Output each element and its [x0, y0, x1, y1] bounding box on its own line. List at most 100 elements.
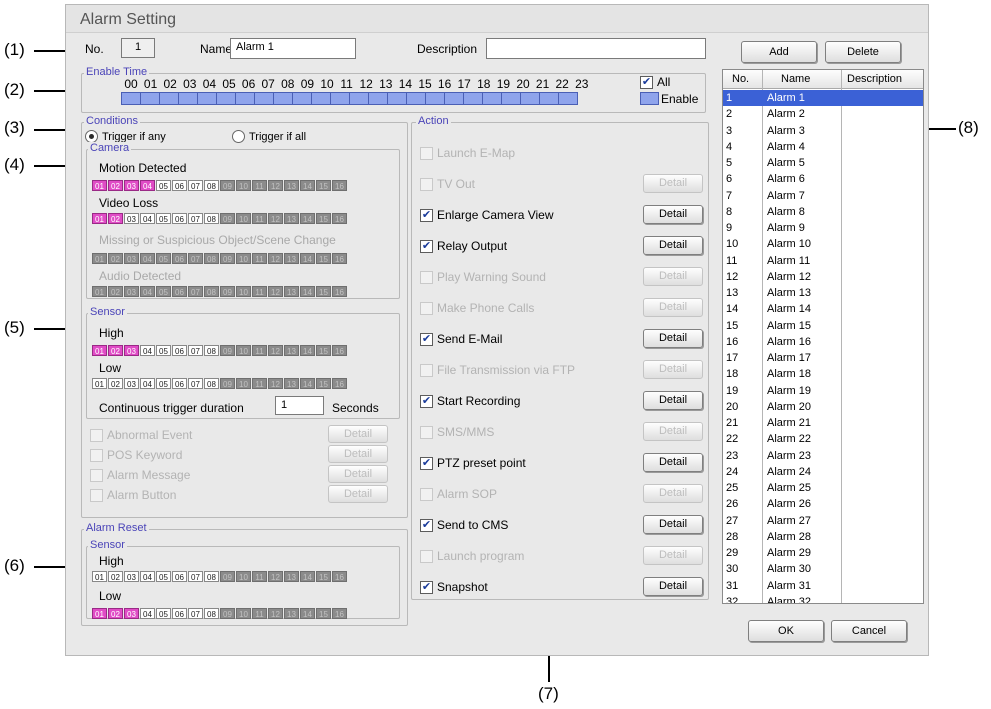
hour-cell[interactable] [558, 92, 578, 105]
hour-cell[interactable] [216, 92, 236, 105]
table-row[interactable]: 25 Alarm 25 [723, 480, 923, 496]
channel-cell[interactable]: 13 [284, 608, 299, 619]
channel-cell[interactable]: 12 [268, 286, 283, 297]
hour-cells[interactable] [121, 92, 578, 105]
channel-cell[interactable]: 02 [108, 345, 123, 356]
hour-cell[interactable] [235, 92, 255, 105]
channel-cell[interactable]: 11 [252, 180, 267, 191]
detail-button[interactable]: Detail [643, 329, 703, 348]
hour-cell[interactable] [292, 92, 312, 105]
hour-cell[interactable] [349, 92, 369, 105]
channel-cell[interactable]: 16 [332, 213, 347, 224]
channel-cell[interactable]: 10 [236, 378, 251, 389]
channel-cell[interactable]: 04 [140, 253, 155, 264]
channel-cell[interactable]: 16 [332, 253, 347, 264]
channel-cell[interactable]: 11 [252, 608, 267, 619]
ok-button[interactable]: OK [748, 620, 824, 642]
delete-button[interactable]: Delete [825, 41, 901, 63]
channel-cell[interactable]: 09 [220, 345, 235, 356]
channel-cell[interactable]: 12 [268, 253, 283, 264]
trigger-if-all-radio[interactable]: Trigger if all [232, 130, 306, 143]
channel-cell[interactable]: 11 [252, 345, 267, 356]
duration-input[interactable]: 1 [275, 396, 324, 415]
hour-cell[interactable] [520, 92, 540, 105]
channel-cell[interactable]: 13 [284, 378, 299, 389]
detail-button[interactable]: Detail [643, 391, 703, 410]
channel-cell[interactable]: 12 [268, 378, 283, 389]
channel-cell[interactable]: 16 [332, 378, 347, 389]
channel-cell[interactable]: 03 [124, 345, 139, 356]
table-row[interactable]: 2 Alarm 2 [723, 106, 923, 122]
channel-cell[interactable]: 12 [268, 213, 283, 224]
channel-cell[interactable]: 04 [140, 180, 155, 191]
action-checkbox[interactable]: ✔ PTZ preset point [420, 456, 526, 470]
channel-cell[interactable]: 09 [220, 286, 235, 297]
channel-cell[interactable]: 14 [300, 286, 315, 297]
hour-cell[interactable] [539, 92, 559, 105]
channel-cell[interactable]: 02 [108, 378, 123, 389]
channel-cell[interactable]: 14 [300, 378, 315, 389]
hour-cell[interactable] [254, 92, 274, 105]
channel-cell[interactable]: 04 [140, 608, 155, 619]
table-row[interactable]: 21 Alarm 21 [723, 415, 923, 431]
channel-cell[interactable]: 05 [156, 213, 171, 224]
hour-cell[interactable] [463, 92, 483, 105]
hour-cell[interactable] [159, 92, 179, 105]
table-row[interactable]: 26 Alarm 26 [723, 496, 923, 512]
channel-cell[interactable]: 01 [92, 213, 107, 224]
add-button[interactable]: Add [741, 41, 817, 63]
table-row[interactable]: 10 Alarm 10 [723, 236, 923, 252]
channel-cell[interactable]: 11 [252, 253, 267, 264]
detail-button[interactable]: Detail [643, 577, 703, 596]
hour-cell[interactable] [121, 92, 141, 105]
channel-cell[interactable]: 04 [140, 345, 155, 356]
channel-cell[interactable]: 03 [124, 571, 139, 582]
hour-cell[interactable] [406, 92, 426, 105]
channel-cell[interactable]: 14 [300, 608, 315, 619]
table-row[interactable]: 6 Alarm 6 [723, 171, 923, 187]
channel-cell[interactable]: 02 [108, 286, 123, 297]
table-row[interactable]: 3 Alarm 3 [723, 123, 923, 139]
channel-cell[interactable]: 04 [140, 571, 155, 582]
channel-cell[interactable]: 04 [140, 286, 155, 297]
table-row[interactable]: 20 Alarm 20 [723, 399, 923, 415]
channel-cell[interactable]: 07 [188, 180, 203, 191]
channel-cell[interactable]: 12 [268, 180, 283, 191]
all-hours-checkbox[interactable]: ✔ All [640, 75, 670, 89]
channel-cell[interactable]: 01 [92, 378, 107, 389]
channel-cell[interactable]: 07 [188, 213, 203, 224]
channel-cell[interactable]: 08 [204, 378, 219, 389]
channel-cell[interactable]: 08 [204, 608, 219, 619]
table-row[interactable]: 32 Alarm 32 [723, 594, 923, 603]
channel-cell[interactable]: 05 [156, 286, 171, 297]
channel-cell[interactable]: 10 [236, 286, 251, 297]
hour-cell[interactable] [501, 92, 521, 105]
reset-low-channels[interactable]: 01 02 03 04 05 06 07 08 09 10 11 12 13 14 15 16 [92, 608, 347, 619]
channel-cell[interactable]: 05 [156, 345, 171, 356]
channel-cell[interactable]: 01 [92, 286, 107, 297]
hour-cell[interactable] [482, 92, 502, 105]
channel-cell[interactable]: 12 [268, 571, 283, 582]
channel-cell[interactable]: 02 [108, 213, 123, 224]
table-row[interactable]: 27 Alarm 27 [723, 513, 923, 529]
channel-cell[interactable]: 15 [316, 378, 331, 389]
channel-cell[interactable]: 01 [92, 571, 107, 582]
channel-cell[interactable]: 07 [188, 378, 203, 389]
channel-cell[interactable]: 09 [220, 571, 235, 582]
hour-cell[interactable] [387, 92, 407, 105]
channel-cell[interactable]: 09 [220, 608, 235, 619]
table-row[interactable]: 23 Alarm 23 [723, 448, 923, 464]
table-row[interactable]: 13 Alarm 13 [723, 285, 923, 301]
channel-cell[interactable]: 13 [284, 180, 299, 191]
channel-cell[interactable]: 01 [92, 253, 107, 264]
hour-cell[interactable] [425, 92, 445, 105]
channel-cell[interactable]: 02 [108, 571, 123, 582]
channel-cell[interactable]: 03 [124, 378, 139, 389]
channel-cell[interactable]: 15 [316, 253, 331, 264]
action-checkbox[interactable]: ✔ Start Recording [420, 394, 520, 408]
channel-cell[interactable]: 01 [92, 180, 107, 191]
channel-cell[interactable]: 05 [156, 608, 171, 619]
channel-cell[interactable]: 14 [300, 345, 315, 356]
table-row[interactable]: 14 Alarm 14 [723, 301, 923, 317]
channel-cell[interactable]: 14 [300, 213, 315, 224]
